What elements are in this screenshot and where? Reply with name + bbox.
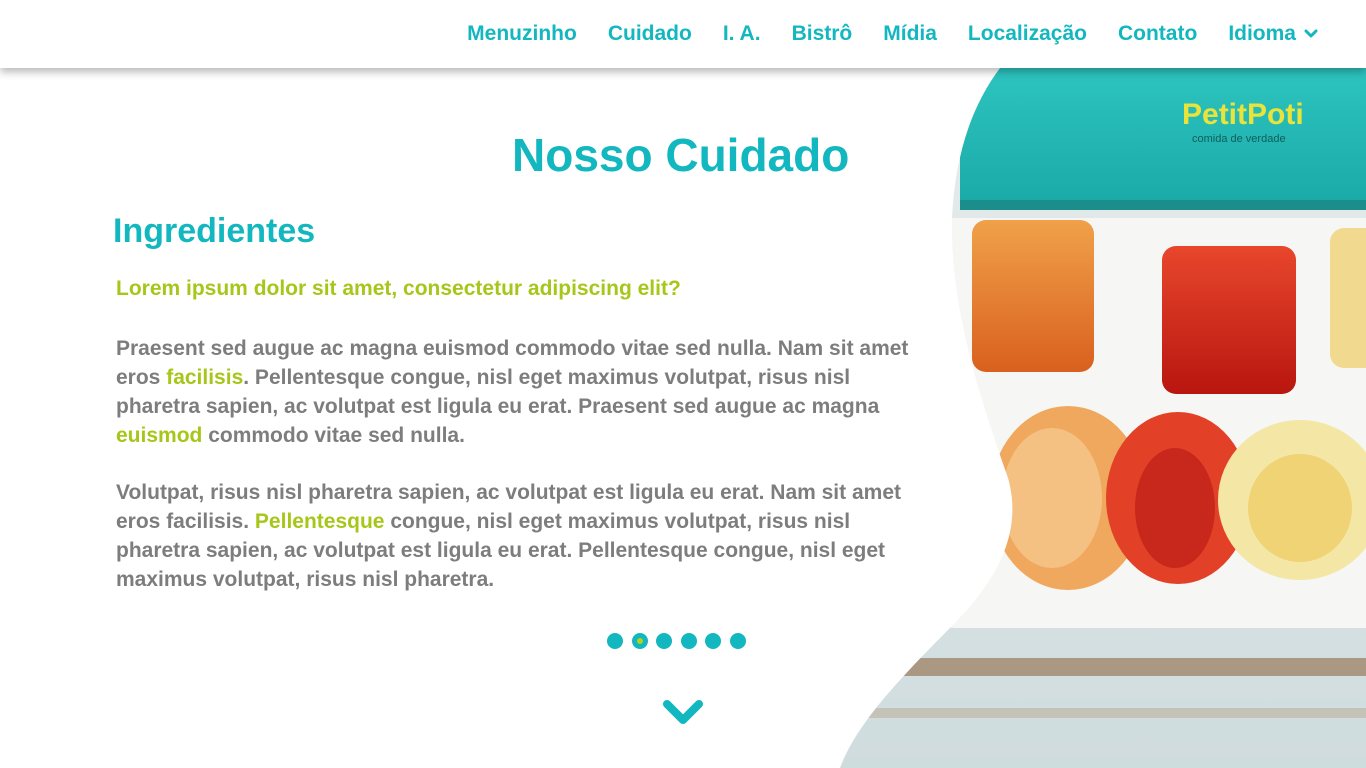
lead-question: Lorem ipsum dolor sit amet, consectetur … [116,277,681,300]
chevron-down-icon [1304,29,1318,38]
nav-idioma-label: Idioma [1228,22,1296,45]
nav-idioma-dropdown[interactable]: Idioma [1228,22,1318,46]
highlight-text: facilisis [166,366,244,389]
nav-menuzinho[interactable]: Menuzinho [467,22,577,46]
text-segment: commodo vitae sed nulla. [202,424,465,447]
nav-cuidado[interactable]: Cuidado [608,22,692,46]
highlight-text: Pellentesque [254,510,385,533]
nav-localizacao[interactable]: Localização [968,22,1087,46]
carousel-dot[interactable] [680,633,697,649]
carousel-dot[interactable] [656,633,672,649]
paragraph-1: Praesent sed augue ac magna euismod comm… [116,334,916,450]
chevron-down-icon[interactable] [661,698,705,728]
carousel-dot[interactable] [705,633,721,649]
carousel-dot[interactable] [607,633,623,649]
page-title: Nosso Cuidado [512,129,850,181]
nav-midia[interactable]: Mídia [883,22,937,46]
nav-contato[interactable]: Contato [1118,22,1197,46]
carousel-pagination [607,633,746,649]
carousel-dot[interactable] [729,633,746,649]
nav-ia[interactable]: I. A. [723,22,761,46]
paragraph-2: Volutpat, risus nisl pharetra sapien, ac… [116,478,916,594]
main-nav: Menuzinho Cuidado I. A. Bistrô Mídia Loc… [467,0,1318,68]
nav-bistro[interactable]: Bistrô [792,22,853,46]
highlight-text: euismod [116,424,203,447]
top-navbar: Menuzinho Cuidado I. A. Bistrô Mídia Loc… [0,0,1366,68]
carousel-dot[interactable] [631,633,648,649]
section-title: Ingredientes [113,212,316,250]
